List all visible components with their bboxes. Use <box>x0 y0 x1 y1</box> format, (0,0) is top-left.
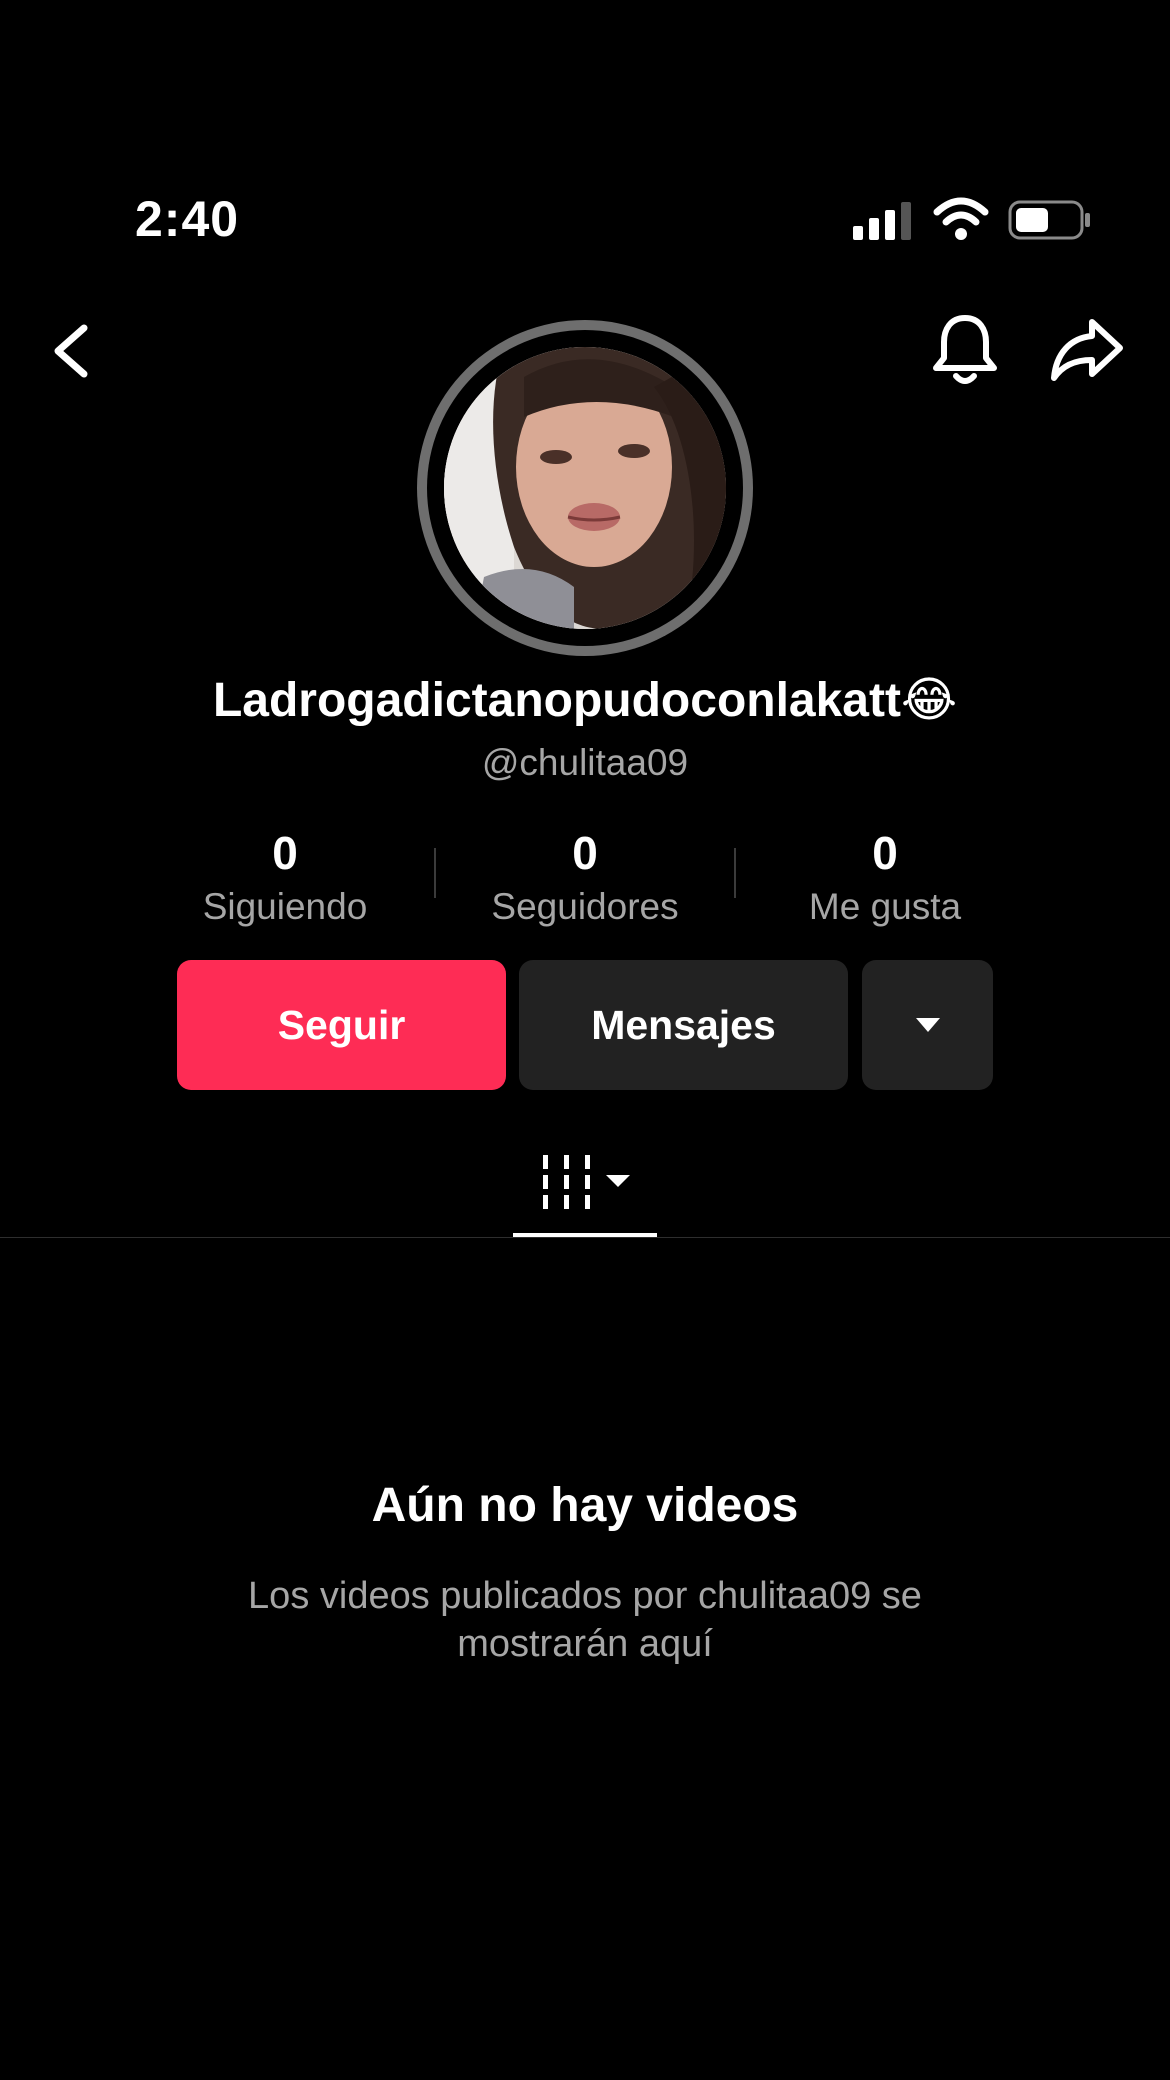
tab-videos[interactable] <box>513 1145 657 1241</box>
bell-icon[interactable] <box>930 312 1000 388</box>
stat-followers-label: Seguidores <box>491 886 679 927</box>
status-time: 2:40 <box>135 191 240 247</box>
wifi-icon <box>933 197 989 240</box>
display-name: Ladrogadictanopudoconlakatt😂 <box>212 674 958 727</box>
caret-down-icon <box>915 1018 940 1032</box>
follow-button-label: Seguir <box>277 1001 406 1048</box>
share-icon[interactable] <box>1048 316 1126 384</box>
avatar-photo <box>444 347 726 629</box>
stat-likes-label: Me gusta <box>808 886 962 927</box>
cellular-signal-icon <box>853 200 913 240</box>
stat-following-count: 0 <box>272 827 298 879</box>
videos-grid-icon <box>543 1155 630 1209</box>
username: @chulitaa09 <box>481 742 689 783</box>
avatar[interactable] <box>417 320 753 656</box>
empty-state-description: Los videos publicados por chulitaa09 se … <box>248 1575 922 1665</box>
messages-button[interactable]: Mensajes <box>519 960 848 1090</box>
more-options-button[interactable] <box>862 960 993 1090</box>
stat-following-label: Siguiendo <box>202 886 368 927</box>
back-icon[interactable] <box>40 318 100 384</box>
battery-icon <box>1008 200 1090 240</box>
stat-likes-count: 0 <box>872 827 898 879</box>
empty-state-title: Aún no hay videos <box>371 1479 799 1532</box>
stat-followers-count: 0 <box>572 827 598 879</box>
tab-divider <box>0 1237 1170 1238</box>
stat-following[interactable]: 0 Siguiendo <box>135 826 435 928</box>
follow-button[interactable]: Seguir <box>177 960 506 1090</box>
stat-likes[interactable]: 0 Me gusta <box>735 826 1035 928</box>
messages-button-label: Mensajes <box>591 1001 776 1048</box>
stat-followers[interactable]: 0 Seguidores <box>435 826 735 928</box>
